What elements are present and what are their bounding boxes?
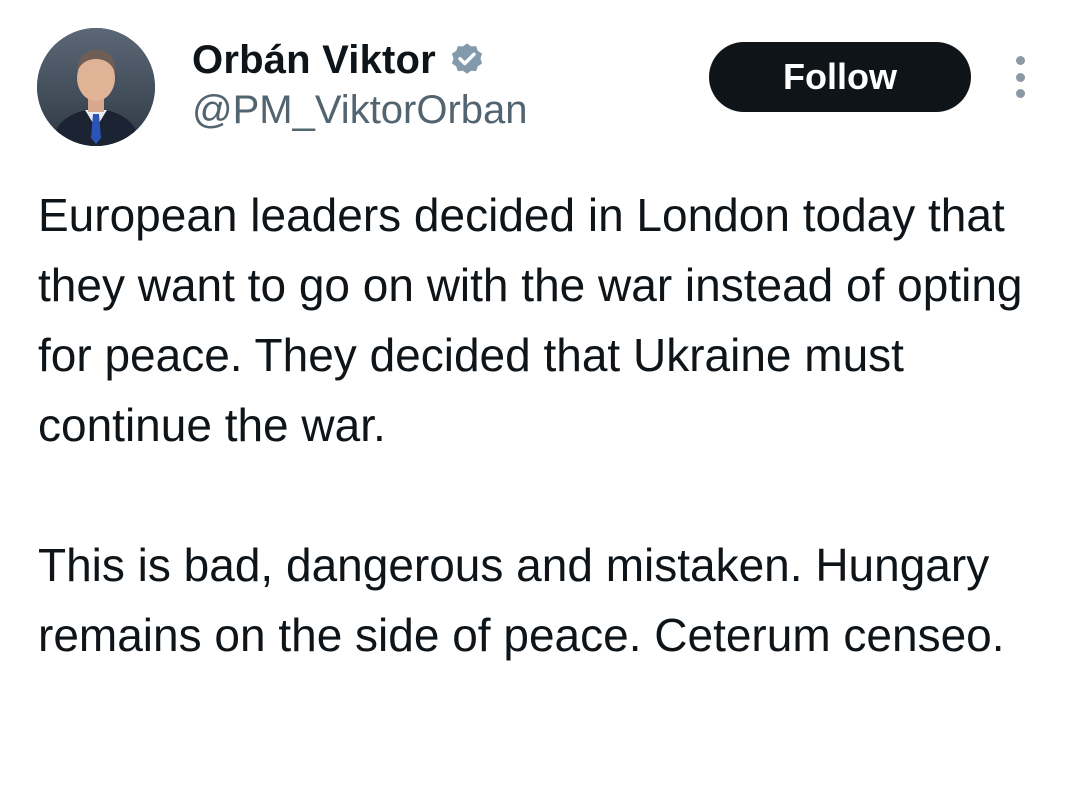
display-name[interactable]: Orbán Viktor: [192, 38, 436, 83]
name-row: Orbán Viktor: [192, 36, 486, 84]
follow-button[interactable]: Follow: [709, 42, 971, 112]
avatar[interactable]: [37, 28, 155, 146]
tweet-card: Orbán Viktor @PM_ViktorOrban Follow Euro…: [0, 0, 1080, 807]
avatar-portrait-image: [37, 28, 155, 146]
verified-badge-icon: [448, 41, 486, 79]
more-vertical-icon[interactable]: [1006, 56, 1034, 98]
more-dot: [1015, 89, 1025, 98]
author-handle[interactable]: @PM_ViktorOrban: [192, 88, 528, 133]
tweet-paragraph: This is bad, dangerous and mistaken. Hun…: [38, 539, 1005, 661]
more-dot: [1015, 72, 1025, 82]
tweet-text: European leaders decided in London today…: [38, 180, 1048, 670]
tweet-paragraph: European leaders decided in London today…: [38, 189, 1023, 451]
more-dot: [1015, 56, 1025, 65]
